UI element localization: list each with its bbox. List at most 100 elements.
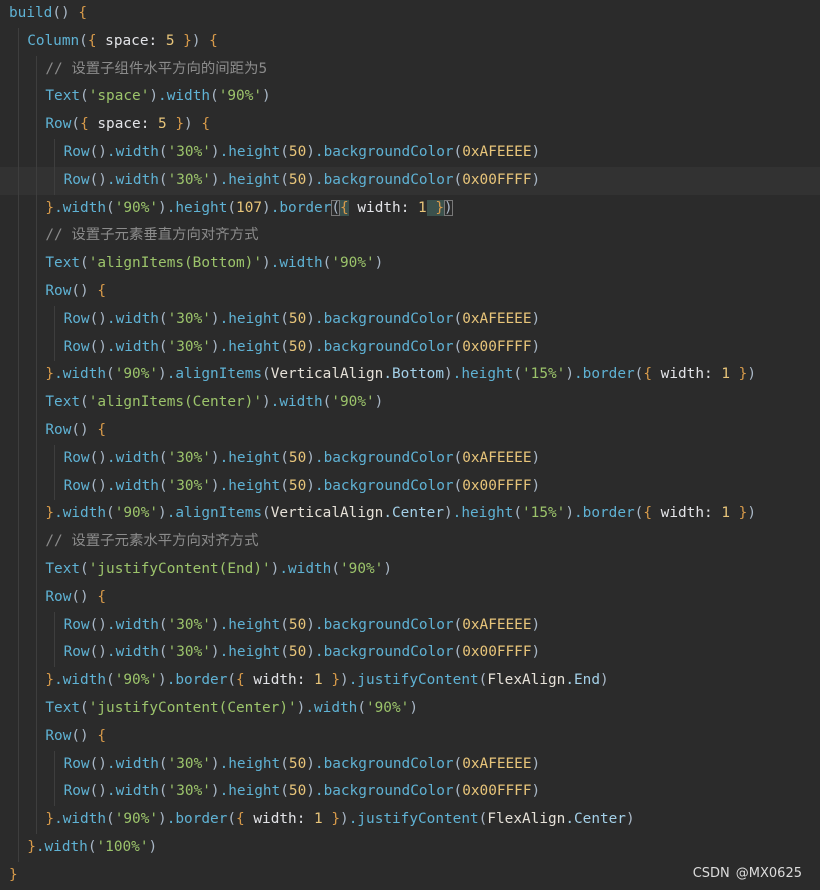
code-punctuation: ( <box>158 449 168 466</box>
code-line-content: } <box>9 862 18 890</box>
code-line[interactable]: }.width('90%').border({ width: 1 }).just… <box>0 806 820 834</box>
code-function: .height <box>452 366 514 383</box>
code-line[interactable]: // 设置子元素垂直方向对齐方式 <box>0 222 820 251</box>
code-line[interactable]: Row().width('30%').height(50).background… <box>0 138 820 167</box>
code-line[interactable]: Row().width('30%').height(50).background… <box>0 166 820 195</box>
code-punctuation: () <box>89 449 107 466</box>
code-line[interactable]: Row().width('30%').height(50).background… <box>0 333 820 362</box>
indent-guide <box>54 778 56 807</box>
code-line[interactable]: Row() { <box>0 416 820 445</box>
code-punctuation: () <box>89 310 107 327</box>
code-function: .width <box>270 394 323 411</box>
code-line[interactable]: Text('justifyContent(Center)').width('90… <box>0 694 820 723</box>
code-line[interactable]: }.width('90%').border({ width: 1 }).just… <box>0 667 820 695</box>
code-line[interactable]: Row().width('30%').height(50).background… <box>0 778 820 807</box>
code-punctuation: ) <box>210 171 220 188</box>
code-line[interactable]: Row().width('30%').height(50).background… <box>0 639 820 668</box>
code-punctuation: ) <box>306 171 315 188</box>
code-punctuation: ( <box>106 672 115 689</box>
code-editor[interactable]: build() {Column({ space: 5 }) {// 设置子组件水… <box>0 0 820 890</box>
code-brace: } <box>45 199 55 216</box>
code-string: '90%' <box>365 699 410 716</box>
code-line[interactable]: Row({ space: 5 }) { <box>0 111 820 139</box>
code-line-content: Text('alignItems(Bottom)').width('90%') <box>45 250 383 278</box>
indent-guide <box>54 138 56 167</box>
code-line[interactable]: Row().width('30%').height(50).background… <box>0 750 820 779</box>
code-punctuation: ( <box>280 171 289 188</box>
code-line[interactable]: Row().width('30%').height(50).background… <box>0 611 820 640</box>
code-function: .width <box>106 755 159 772</box>
code-brace: } <box>45 672 55 689</box>
code-enum-member: .Bottom <box>383 366 444 383</box>
code-line[interactable]: Column({ space: 5 }) { <box>0 27 820 56</box>
code-string: '90%' <box>331 255 375 272</box>
code-line[interactable]: }.width('90%').alignItems(VerticalAlign.… <box>0 361 820 390</box>
code-punctuation: ) <box>531 616 541 633</box>
indent-guide <box>36 555 38 584</box>
code-line[interactable]: Row().width('30%').height(50).background… <box>0 305 820 334</box>
code-punctuation: ) <box>158 366 167 383</box>
code-punctuation: ( <box>280 644 289 661</box>
code-brace: { <box>643 366 652 383</box>
code-punctuation: ( <box>80 560 89 577</box>
code-number: 5 <box>158 116 167 133</box>
indent-guide <box>18 555 19 584</box>
code-punctuation: ( <box>453 449 463 466</box>
code-line[interactable]: Row() { <box>0 583 820 612</box>
code-function: Column <box>27 32 80 49</box>
code-punctuation: ( <box>80 88 89 105</box>
indent-guide <box>18 778 19 807</box>
code-function: .backgroundColor <box>314 477 454 494</box>
code-punctuation: ( <box>513 505 522 522</box>
code-line[interactable]: // 设置子元素水平方向对齐方式 <box>0 528 820 556</box>
code-brace: { <box>87 32 97 49</box>
code-line[interactable]: Text('space').width('90%') <box>0 83 820 112</box>
code-property: width: <box>652 366 722 383</box>
code-line[interactable]: }.width('90%').height(107).border({ widt… <box>0 194 820 223</box>
code-function: Row <box>45 282 72 299</box>
indent-guide <box>36 722 38 751</box>
code-line[interactable]: // 设置子组件水平方向的间距为5 <box>0 55 820 84</box>
code-punctuation: ) <box>374 394 384 411</box>
code-number: 50 <box>288 783 307 800</box>
code-line-content: Row().width('30%').height(50).background… <box>64 639 541 667</box>
code-string: '90%' <box>340 560 384 577</box>
code-brace: { <box>209 32 218 49</box>
indent-guide <box>36 528 38 556</box>
code-line[interactable]: build() { <box>0 0 820 28</box>
code-line[interactable]: Row().width('30%').height(50).background… <box>0 444 820 473</box>
code-function: Text <box>45 255 81 272</box>
code-string: '90%' <box>114 199 159 216</box>
code-function: .border <box>574 366 635 383</box>
code-punctuation: ( <box>357 699 366 716</box>
code-punctuation: () <box>89 644 107 661</box>
code-matched-brace: { <box>340 199 349 216</box>
code-line[interactable]: Row().width('30%').height(50).background… <box>0 472 820 501</box>
indent-guide <box>36 55 38 84</box>
indent-guide <box>36 83 38 112</box>
indent-guide <box>18 83 19 112</box>
code-line[interactable]: Row() { <box>0 722 820 751</box>
code-line[interactable]: }.width('90%').alignItems(VerticalAlign.… <box>0 500 820 529</box>
code-punctuation: ( <box>158 171 168 188</box>
code-line-content: }.width('90%').height(107).border({ widt… <box>45 195 453 223</box>
code-line[interactable]: Text('justifyContent(End)').width('90%') <box>0 555 820 584</box>
code-brace: } <box>174 32 192 49</box>
code-line[interactable]: Text('alignItems(Bottom)').width('90%') <box>0 250 820 278</box>
indent-guide <box>36 750 38 779</box>
code-string: '90%' <box>114 366 159 383</box>
indent-guide <box>54 611 56 640</box>
code-line[interactable]: }.width('100%') <box>0 833 820 862</box>
code-line[interactable]: Row() { <box>0 277 820 306</box>
code-number: 50 <box>288 644 307 661</box>
code-brace: } <box>9 866 18 883</box>
watermark: CSDN @MX0625 <box>693 866 802 881</box>
code-line-content: Text('justifyContent(End)').width('90%') <box>45 556 392 584</box>
code-punctuation: ) <box>444 505 453 522</box>
code-function: .width <box>106 310 159 327</box>
indent-guide <box>18 138 19 167</box>
code-line[interactable]: Text('alignItems(Center)').width('90%') <box>0 389 820 417</box>
code-punctuation: ) <box>149 88 159 105</box>
code-punctuation: ) <box>210 477 220 494</box>
code-punctuation: ) <box>444 366 453 383</box>
